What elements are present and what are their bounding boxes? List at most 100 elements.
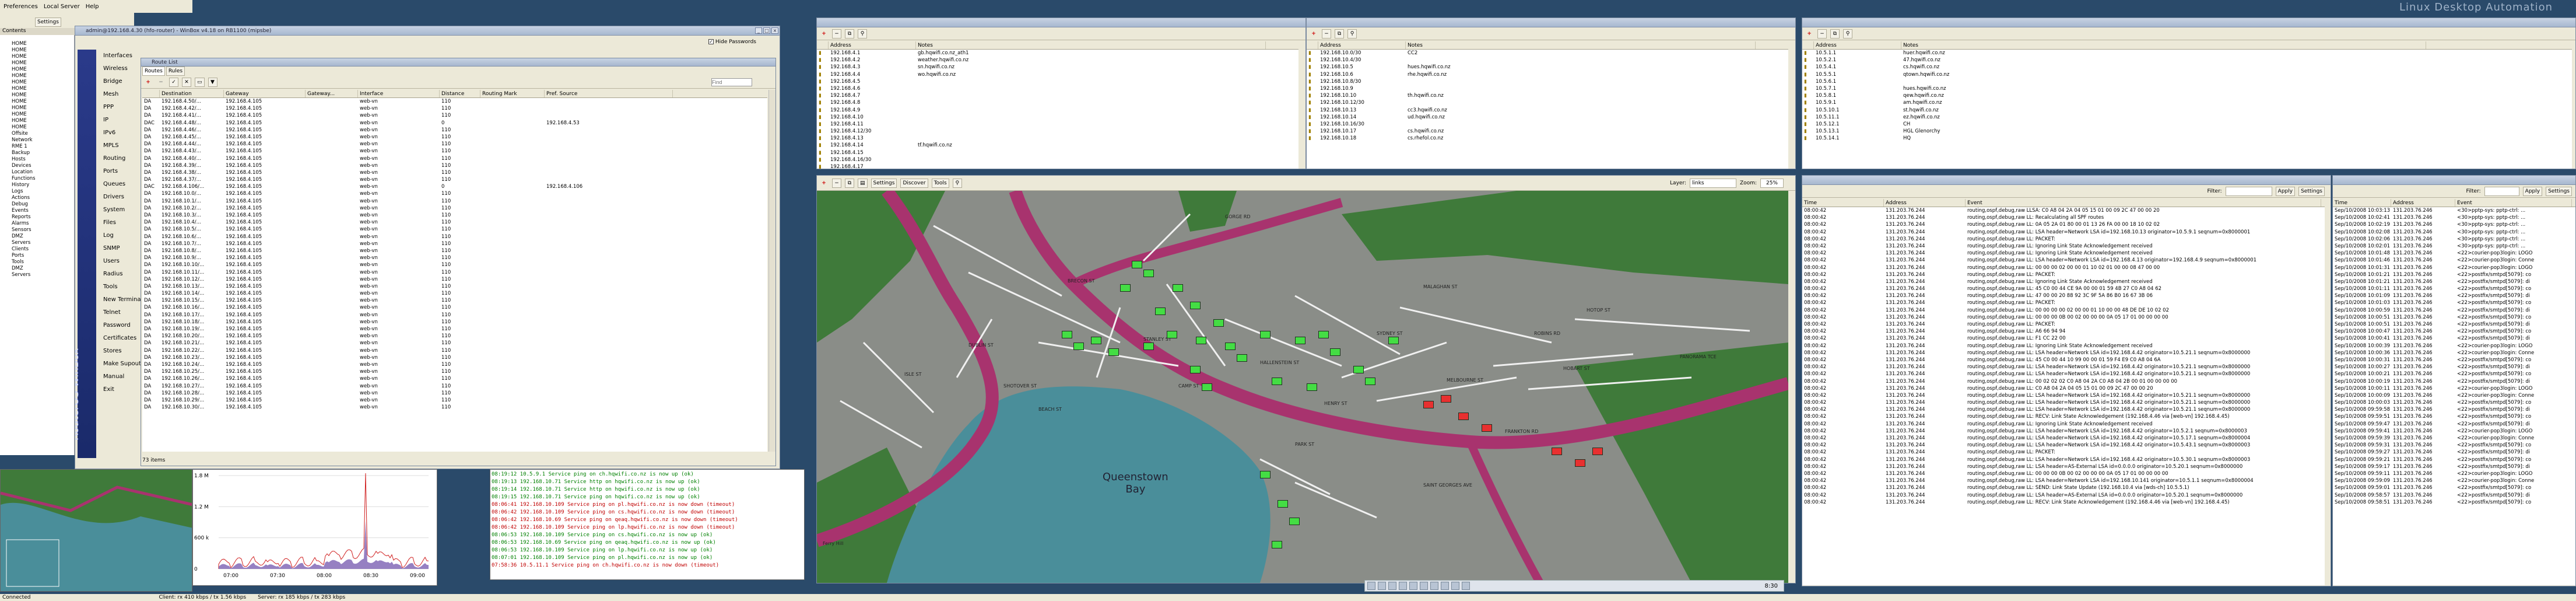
- tree-item[interactable]: Reports: [0, 214, 74, 221]
- tree-item[interactable]: HOME: [0, 60, 74, 67]
- table-row[interactable]: DA 192.168.4.45/... 192.168.4.105 web-vn 110: [142, 134, 767, 141]
- tree-item[interactable]: HOME: [0, 79, 74, 86]
- event-log-line[interactable]: 08:07:01 192.168.10.109 Service ping on …: [492, 554, 803, 562]
- network-map-window[interactable]: + − ⧉ ▤ Settings Discover Tools ⚲ Layer:…: [816, 175, 1796, 583]
- syslog-table[interactable]: Time Address Event Sep/10/2008 10:03:13 131.…: [2333, 199, 2575, 585]
- log-row[interactable]: Sep/10/2008 10:00:39 131.203.76.246 <22>co…: [2333, 343, 2575, 350]
- table-row[interactable]: ▮ 10.5.2.1 47.hqwifi.co.nz: [1802, 57, 2572, 64]
- table-row[interactable]: ▮ 192.168.10.4/30: [1307, 57, 1788, 64]
- column-header[interactable]: Pref. Source: [545, 90, 673, 97]
- route-table[interactable]: Destination Gateway Gateway... Interface Dis…: [142, 90, 767, 452]
- device-node-up[interactable]: [1073, 343, 1084, 350]
- paste-icon[interactable]: ▤: [858, 178, 868, 188]
- column-header[interactable]: Distance: [440, 90, 480, 97]
- log-row[interactable]: Sep/10/2008 10:01:11 131.203.76.246 <22>po…: [2333, 285, 2575, 292]
- column-header[interactable]: Address: [829, 41, 916, 49]
- settings-button[interactable]: Settings: [871, 178, 897, 188]
- table-row[interactable]: ▮ 10.5.6.1: [1802, 78, 2572, 85]
- route-scrollbar[interactable]: [768, 90, 775, 452]
- table-row[interactable]: ▮ 192.168.4.10: [817, 114, 1298, 121]
- local-server-menu[interactable]: Local Server: [44, 4, 80, 10]
- device-node-up[interactable]: [1155, 308, 1166, 315]
- tree-item[interactable]: History: [0, 182, 74, 188]
- log-row[interactable]: 08:00:42 131.203.76.244 routing,ospf,debug…: [1802, 314, 2325, 321]
- log-row[interactable]: 08:00:42 131.203.76.244 routing,ospf,debug…: [1802, 250, 2325, 257]
- table-row[interactable]: DA 192.168.10.22/... 192.168.4.105 web-vn 11…: [142, 347, 767, 354]
- add-icon[interactable]: +: [819, 29, 829, 39]
- log-row[interactable]: 08:00:42 131.203.76.244 routing,ospf,debug…: [1802, 477, 2325, 484]
- log-row[interactable]: Sep/10/2008 10:01:03 131.203.76.246 <22>po…: [2333, 299, 2575, 306]
- table-row[interactable]: ▮ 192.168.4.17: [817, 163, 1298, 169]
- log-row[interactable]: 08:00:42 131.203.76.244 routing,ospf,debug…: [1802, 456, 2325, 463]
- log-row[interactable]: Sep/10/2008 10:00:51 131.203.76.246 <22>po…: [2333, 314, 2575, 321]
- settings-button[interactable]: Settings: [35, 18, 61, 27]
- table-row[interactable]: DA 192.168.10.11/... 192.168.4.105 web-vn 11…: [142, 269, 767, 276]
- table-row[interactable]: ▮ 10.5.8.1 qew.hqwifi.co.nz: [1802, 92, 2572, 99]
- remove-icon[interactable]: −: [156, 78, 166, 87]
- table-row[interactable]: DA 192.168.10.20/... 192.168.4.105 web-vn 11…: [142, 333, 767, 340]
- table-row[interactable]: DA 192.168.10.13/... 192.168.4.105 web-vn 11…: [142, 283, 767, 290]
- tree-item[interactable]: Tools: [0, 259, 74, 265]
- address-list-window-2[interactable]: + − ⧉ ⚲ Address Notes ▮ 192.168.10.0/30 CC2 ▮…: [1306, 18, 1796, 169]
- tree-item[interactable]: Actions: [0, 195, 74, 201]
- tree-item[interactable]: HOME: [0, 124, 74, 131]
- table-row[interactable]: DA 192.168.4.43/... 192.168.4.105 web-vn 110: [142, 148, 767, 155]
- hide-passwords-checkbox[interactable]: ✓: [708, 39, 714, 44]
- log-row[interactable]: 08:00:42 131.203.76.244 routing,ospf,debug…: [1802, 385, 2325, 392]
- log-row[interactable]: 08:00:42 131.203.76.244 routing,ospf,debug…: [1802, 428, 2325, 435]
- tray-icon[interactable]: [1420, 582, 1428, 590]
- tools-button[interactable]: Tools: [931, 178, 949, 188]
- log-row[interactable]: Sep/10/2008 10:00:11 131.203.76.246 <22>co…: [2333, 385, 2575, 392]
- log-row[interactable]: Sep/10/2008 09:59:41 131.203.76.246 <22>co…: [2333, 428, 2575, 435]
- log-row[interactable]: 08:00:42 131.203.76.244 routing,ospf,debug…: [1802, 278, 2325, 285]
- table-row[interactable]: ▮ 192.168.4.9: [817, 107, 1298, 114]
- table-row[interactable]: DA 192.168.10.16/... 192.168.4.105 web-vn 11…: [142, 304, 767, 311]
- log-row[interactable]: 08:00:42 131.203.76.244 routing,ospf,debug…: [1802, 264, 2325, 271]
- tree-item[interactable]: HOME: [0, 105, 74, 111]
- event-log-line[interactable]: 08:06:42 192.168.10.69 Service ping on q…: [492, 516, 803, 524]
- log-row[interactable]: Sep/10/2008 10:02:08 131.203.76.246 <30>pp…: [2333, 229, 2575, 236]
- device-node-up[interactable]: [1108, 348, 1119, 356]
- route-list-window[interactable]: Route List Routes Rules + − ✓ ✕ ▭ ▼ Dest…: [141, 58, 776, 466]
- log-row[interactable]: Sep/10/2008 09:59:58 131.203.76.246 <22>po…: [2333, 406, 2575, 413]
- add-icon[interactable]: +: [1309, 29, 1318, 39]
- address-list-window-1[interactable]: + − ⧉ ⚲ Address Notes ▮ 192.168.4.1 gb.hqwif…: [816, 18, 1306, 169]
- log-row[interactable]: Sep/10/2008 10:00:09 131.203.76.246 <22>co…: [2333, 392, 2575, 399]
- column-header[interactable]: Routing Mark: [480, 90, 545, 97]
- log-row[interactable]: 08:00:42 131.203.76.244 routing,ospf,debug…: [1802, 299, 2325, 306]
- table-row[interactable]: ▮ 192.168.4.7: [817, 92, 1298, 99]
- ospf-log-table[interactable]: Time Address Event 08:00:42 131.203.76.244 ro…: [1802, 199, 2325, 585]
- ospf-log-titlebar[interactable]: [1802, 176, 2331, 185]
- tree-item[interactable]: Servers: [0, 240, 74, 246]
- table-row[interactable]: ▮ 192.168.4.11: [817, 121, 1298, 128]
- device-node-up[interactable]: [1190, 302, 1201, 309]
- log-row[interactable]: 08:00:42 131.203.76.244 routing,ospf,debug…: [1802, 442, 2325, 449]
- event-log-line[interactable]: 08:19:14 192.168.10.71 Service http on h…: [492, 486, 803, 494]
- hide-passwords-option[interactable]: ✓ Hide Passwords: [708, 39, 756, 45]
- comment-icon[interactable]: ▭: [195, 77, 205, 87]
- log-row[interactable]: 08:00:42 131.203.76.244 routing,ospf,debug…: [1802, 335, 2325, 342]
- column-header[interactable]: Address: [1318, 41, 1406, 49]
- column-header[interactable]: Address: [1884, 199, 1966, 207]
- tree-item[interactable]: HOME: [0, 41, 74, 47]
- tree-item[interactable]: Devices: [0, 163, 74, 169]
- event-log-line[interactable]: 08:06:53 192.168.10.69 Service ping on q…: [492, 539, 803, 547]
- table-row[interactable]: DA 192.168.10.23/... 192.168.4.105 web-vn 11…: [142, 354, 767, 361]
- device-node-up[interactable]: [1260, 471, 1271, 478]
- address-win3-titlebar[interactable]: [1802, 18, 2575, 27]
- log-row[interactable]: Sep/10/2008 10:01:46 131.203.76.246 <22>co…: [2333, 257, 2575, 264]
- table-row[interactable]: DA 192.168.4.46/... 192.168.4.105 web-vn 110: [142, 127, 767, 134]
- enable-icon[interactable]: ✓: [169, 77, 178, 87]
- device-node-up[interactable]: [1353, 366, 1364, 373]
- service-event-log[interactable]: 08:19:12 10.5.9.1 Service ping on ch.hqw…: [490, 469, 805, 580]
- table-row[interactable]: ▮ 192.168.4.8: [817, 99, 1298, 106]
- address-win1-titlebar[interactable]: [817, 18, 1305, 27]
- device-node-down[interactable]: [1441, 395, 1451, 403]
- table-row[interactable]: ▮ 10.5.14.1 HQ: [1802, 135, 2572, 142]
- log-row[interactable]: Sep/10/2008 09:59:01 131.203.76.246 <22>po…: [2333, 484, 2575, 491]
- event-log-line[interactable]: 08:06:42 192.168.10.109 Service ping on …: [492, 524, 803, 532]
- column-header[interactable]: Gateway...: [306, 90, 358, 97]
- table-row[interactable]: DA 192.168.10.1/... 192.168.4.105 web-vn 110: [142, 198, 767, 205]
- log-row[interactable]: 08:00:42 131.203.76.244 routing,ospf,debug…: [1802, 371, 2325, 378]
- table-row[interactable]: ▮ 10.5.4.1 cs.hqwifi.co.nz: [1802, 64, 2572, 71]
